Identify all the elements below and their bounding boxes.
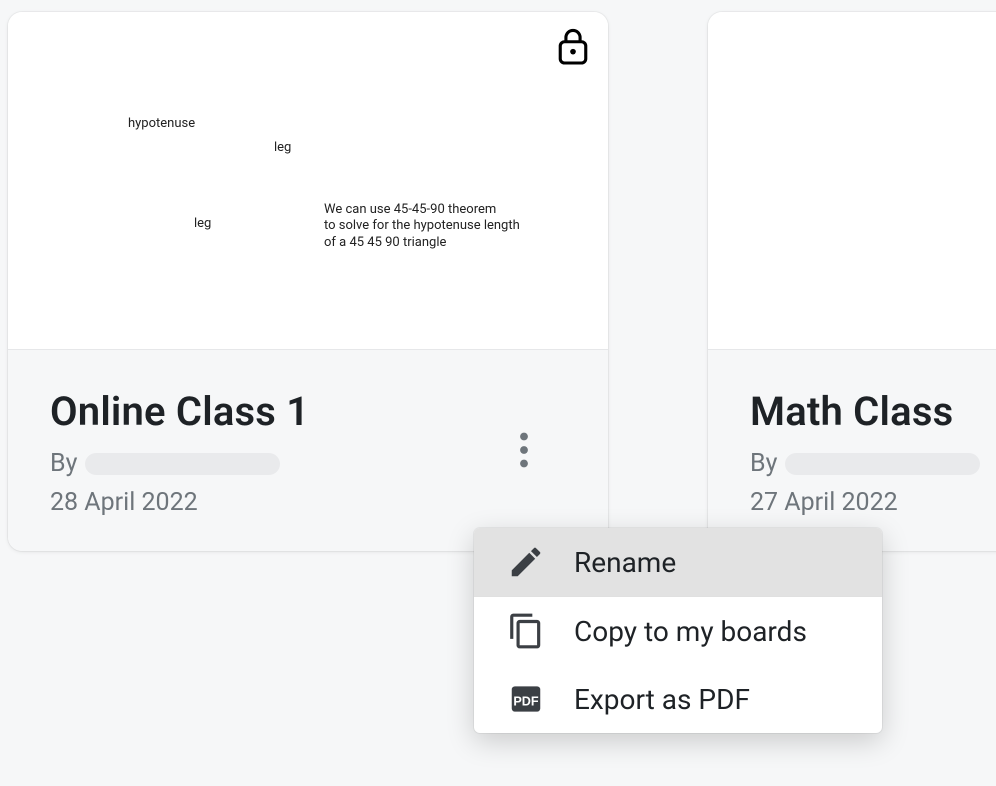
- board-byline: By: [750, 449, 996, 478]
- preview-note: We can use 45-45-90 theorem to solve for…: [324, 202, 544, 251]
- preview-note-line: of a 45 45 90 triangle: [324, 235, 544, 251]
- byline-author-placeholder: [85, 453, 280, 475]
- byline-prefix: By: [750, 449, 777, 478]
- menu-item-export-pdf[interactable]: PDF Export as PDF: [474, 665, 882, 733]
- svg-text:PDF: PDF: [513, 694, 539, 708]
- board-info: Math Class By 27 April 2022: [708, 350, 996, 551]
- copy-icon: [506, 611, 546, 651]
- board-card[interactable]: hypotenuse leg leg We can use 45-45-90 t…: [8, 12, 608, 551]
- context-menu: Rename Copy to my boards PDF Export as P…: [474, 528, 882, 733]
- menu-item-label: Copy to my boards: [574, 615, 807, 648]
- preview-label-hypotenuse: hypotenuse: [128, 116, 195, 131]
- board-card[interactable]: Math Class By 27 April 2022: [708, 12, 996, 551]
- board-preview: hypotenuse leg leg We can use 45-45-90 t…: [8, 12, 608, 350]
- preview-label-leg-top: leg: [274, 140, 291, 155]
- more-vertical-icon: [519, 432, 529, 468]
- pencil-icon: [506, 542, 546, 582]
- byline-prefix: By: [50, 449, 77, 478]
- board-byline: By: [50, 449, 568, 478]
- menu-item-label: Rename: [574, 546, 676, 579]
- menu-item-copy[interactable]: Copy to my boards: [474, 597, 882, 665]
- board-info: Online Class 1 By 28 April 2022: [8, 350, 608, 551]
- board-title: Online Class 1: [50, 388, 568, 435]
- more-options-button[interactable]: [502, 428, 546, 472]
- pdf-icon: PDF: [506, 679, 546, 719]
- lock-icon: [556, 26, 590, 70]
- menu-item-label: Export as PDF: [574, 683, 750, 716]
- preview-label-leg-left: leg: [194, 216, 211, 231]
- boards-grid: hypotenuse leg leg We can use 45-45-90 t…: [0, 0, 996, 563]
- preview-note-line: We can use 45-45-90 theorem: [324, 202, 544, 218]
- byline-author-placeholder: [785, 453, 980, 475]
- board-date: 28 April 2022: [50, 488, 568, 517]
- board-title: Math Class: [750, 388, 996, 435]
- preview-note-line: to solve for the hypotenuse length: [324, 218, 544, 234]
- board-preview: [708, 12, 996, 350]
- menu-item-rename[interactable]: Rename: [474, 528, 882, 596]
- board-date: 27 April 2022: [750, 488, 996, 517]
